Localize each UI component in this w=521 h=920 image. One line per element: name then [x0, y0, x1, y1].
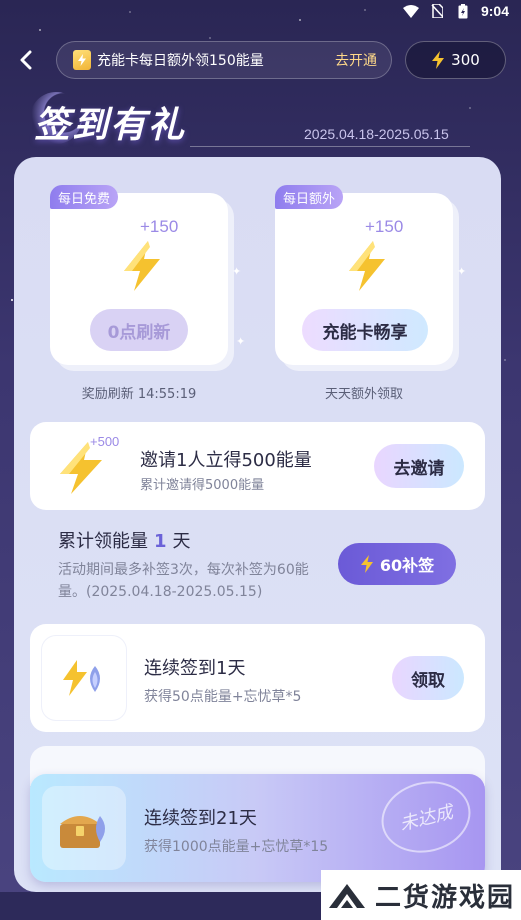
sparkle-icon: ✦: [236, 335, 246, 348]
daily-extra-amount: +150: [365, 217, 404, 236]
lightning-bolt-icon: [124, 241, 160, 291]
status-time: 9:04: [480, 3, 509, 19]
checkin-panel: 每日免费 +150 0点刷新 奖励刷新 14:55:19 每日额外 +150 充…: [14, 157, 501, 892]
streak-reward-card: 连续签到1天 获得50点能量+忘忧草*5 领取: [30, 624, 485, 732]
divider: [190, 146, 470, 147]
energy-balance-value: 300: [451, 51, 480, 69]
reward-refresh-countdown: 奖励刷新 14:55:19: [81, 387, 197, 402]
back-button[interactable]: [14, 48, 38, 72]
energy-and-herb-icon: [63, 660, 100, 696]
no-sim-icon: [429, 4, 445, 18]
lightning-bolt-icon: [360, 555, 373, 573]
energy-card-banner[interactable]: 充能卡每日额外领150能量 去开通: [56, 41, 392, 79]
sparkle-icon: ✦: [232, 265, 242, 278]
wifi-icon: [402, 4, 419, 18]
daily-extra-caption: 天天额外领取: [324, 387, 403, 402]
not-achieved-stamp: 未达成: [373, 772, 479, 862]
status-bar: 9:04: [0, 0, 521, 22]
cumulative-prefix: 累计领能量: [58, 531, 148, 552]
treasure-chest-icon: [60, 816, 105, 848]
invite-bonus-badge: +500: [90, 434, 120, 449]
streak-reward: 获得50点能量+忘忧草*5: [144, 689, 302, 705]
makeup-button-label: 60补签: [379, 556, 435, 575]
refresh-at-midnight-button[interactable]: 0点刷新: [90, 309, 188, 351]
event-date-range: 2025.04.18-2025.05.15: [304, 126, 449, 142]
page-title: 签到有礼: [34, 104, 187, 146]
streak-title: 连续签到21天: [144, 808, 257, 829]
lightning-bolt-icon: [60, 442, 102, 494]
invite-card: +500 邀请1人立得500能量 累计邀请得5000能量 去邀请: [30, 422, 485, 510]
daily-free-amount: +150: [140, 217, 179, 236]
reward-thumbnail: [42, 636, 126, 720]
energy-card-icon: [73, 50, 91, 70]
watermark-logo: 二货游戏园: [321, 870, 521, 920]
battery-icon: [455, 3, 471, 18]
makeup-checkin-button[interactable]: 60补签: [338, 543, 456, 585]
daily-free-tag: 每日免费: [50, 185, 119, 209]
lightning-bolt-icon: [349, 241, 385, 291]
daily-extra-tag: 每日额外: [275, 185, 344, 209]
banner-activate-link[interactable]: 去开通: [335, 50, 377, 70]
claim-button[interactable]: 领取: [392, 656, 464, 700]
cumulative-days: 累计领能量 1 天: [58, 527, 191, 553]
invite-button[interactable]: 去邀请: [374, 444, 464, 488]
streak-title: 连续签到1天: [144, 658, 246, 679]
streak-reward-card-final: 连续签到21天 获得1000点能量+忘忧草*15 未达成: [30, 772, 485, 882]
daily-free-card: 每日免费 +150 0点刷新: [50, 185, 228, 365]
daily-extra-card: 每日额外 +150 充能卡畅享: [275, 185, 453, 365]
invite-subtitle: 累计邀请得5000能量: [140, 478, 265, 493]
energy-balance[interactable]: 300: [405, 41, 506, 79]
reward-thumbnail: [42, 786, 126, 870]
chevron-left-icon: [20, 50, 32, 70]
energy-card-enjoy-button[interactable]: 充能卡畅享: [302, 309, 428, 351]
watermark-text: 二货游戏园: [374, 882, 515, 913]
watermark-chevron-icon: [328, 884, 365, 908]
makeup-rules: 活动期间最多补签3次，每次补签为60能量。(2025.04.18-2025.05…: [58, 562, 309, 600]
cumulative-days-count: 1: [154, 531, 167, 552]
banner-text: 充能卡每日额外领150能量: [97, 53, 264, 69]
cumulative-suffix: 天: [172, 531, 191, 552]
invite-title: 邀请1人立得500能量: [140, 450, 312, 471]
lightning-bolt-icon: [432, 51, 445, 69]
streak-reward: 获得1000点能量+忘忧草*15: [144, 839, 329, 855]
sparkle-icon: ✦: [457, 265, 467, 278]
